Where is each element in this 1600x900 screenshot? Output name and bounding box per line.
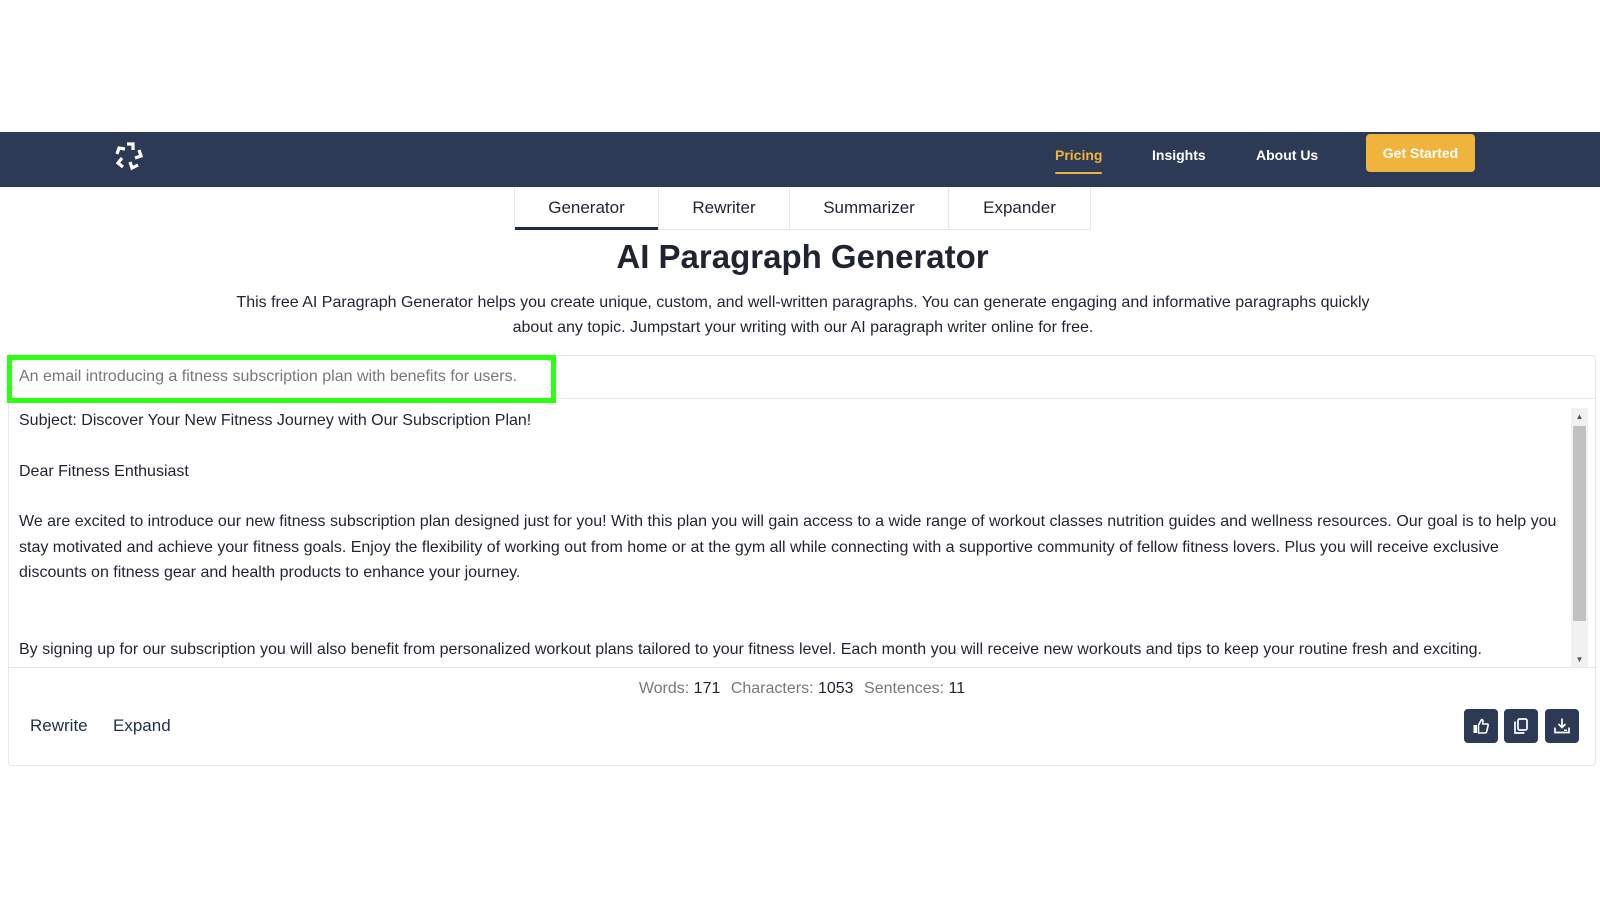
top-navbar: Pricing Insights About Us Get Started: [0, 132, 1600, 187]
prompt-input[interactable]: [9, 356, 1595, 399]
words-label: Words:: [638, 680, 690, 697]
words-count: 171: [693, 680, 721, 697]
download-button[interactable]: [1545, 709, 1579, 743]
editor-footer: Words: 171 Characters: 1053 Sentences: 1…: [9, 667, 1595, 767]
scroll-down-arrow-icon[interactable]: ▼: [1571, 651, 1588, 668]
text-stats: Words: 171 Characters: 1053 Sentences: 1…: [9, 680, 1595, 698]
nav-link-about-us[interactable]: About Us: [1256, 146, 1318, 164]
characters-label: Characters:: [730, 680, 814, 697]
tab-summarizer[interactable]: Summarizer: [790, 187, 949, 229]
nav-link-insights[interactable]: Insights: [1152, 146, 1206, 164]
expand-button[interactable]: Expand: [113, 716, 171, 736]
thumbs-up-icon: [1473, 718, 1489, 734]
tab-expander[interactable]: Expander: [949, 187, 1090, 229]
generator-editor: Subject: Discover Your New Fitness Journ…: [7, 355, 1596, 767]
output-paragraph: Dear Fitness Enthusiast: [19, 462, 189, 480]
page-description: This free AI Paragraph Generator helps y…: [236, 294, 1370, 336]
scroll-up-arrow-icon[interactable]: ▲: [1571, 408, 1588, 425]
output-scrollbar[interactable]: ▲ ▼: [1571, 408, 1588, 668]
characters-count: 1053: [817, 680, 854, 697]
scrollbar-thumb[interactable]: [1573, 426, 1586, 621]
output-text-area[interactable]: Subject: Discover Your New Fitness Journ…: [9, 400, 1569, 666]
sentences-count: 11: [948, 680, 966, 697]
rewrite-button[interactable]: Rewrite: [30, 716, 88, 736]
get-started-button[interactable]: Get Started: [1366, 134, 1475, 172]
tab-rewriter[interactable]: Rewriter: [659, 187, 790, 229]
nav-link-pricing[interactable]: Pricing: [1055, 146, 1103, 174]
download-icon: [1554, 718, 1570, 734]
copy-icon: [1514, 718, 1528, 734]
tool-tabs: Generator Rewriter Summarizer Expander: [514, 187, 1091, 230]
copy-button[interactable]: [1504, 709, 1538, 743]
output-paragraph: We are excited to introduce our new fitn…: [19, 513, 1557, 581]
output-paragraph: Subject: Discover Your New Fitness Journ…: [19, 412, 532, 429]
output-paragraph: By signing up for our subscription you w…: [19, 640, 1482, 658]
sentences-label: Sentences:: [864, 680, 945, 697]
tab-generator[interactable]: Generator: [515, 187, 659, 230]
page-title: AI Paragraph Generator: [616, 238, 989, 275]
pinwheel-logo-icon[interactable]: [113, 140, 145, 172]
like-button[interactable]: [1464, 709, 1498, 743]
